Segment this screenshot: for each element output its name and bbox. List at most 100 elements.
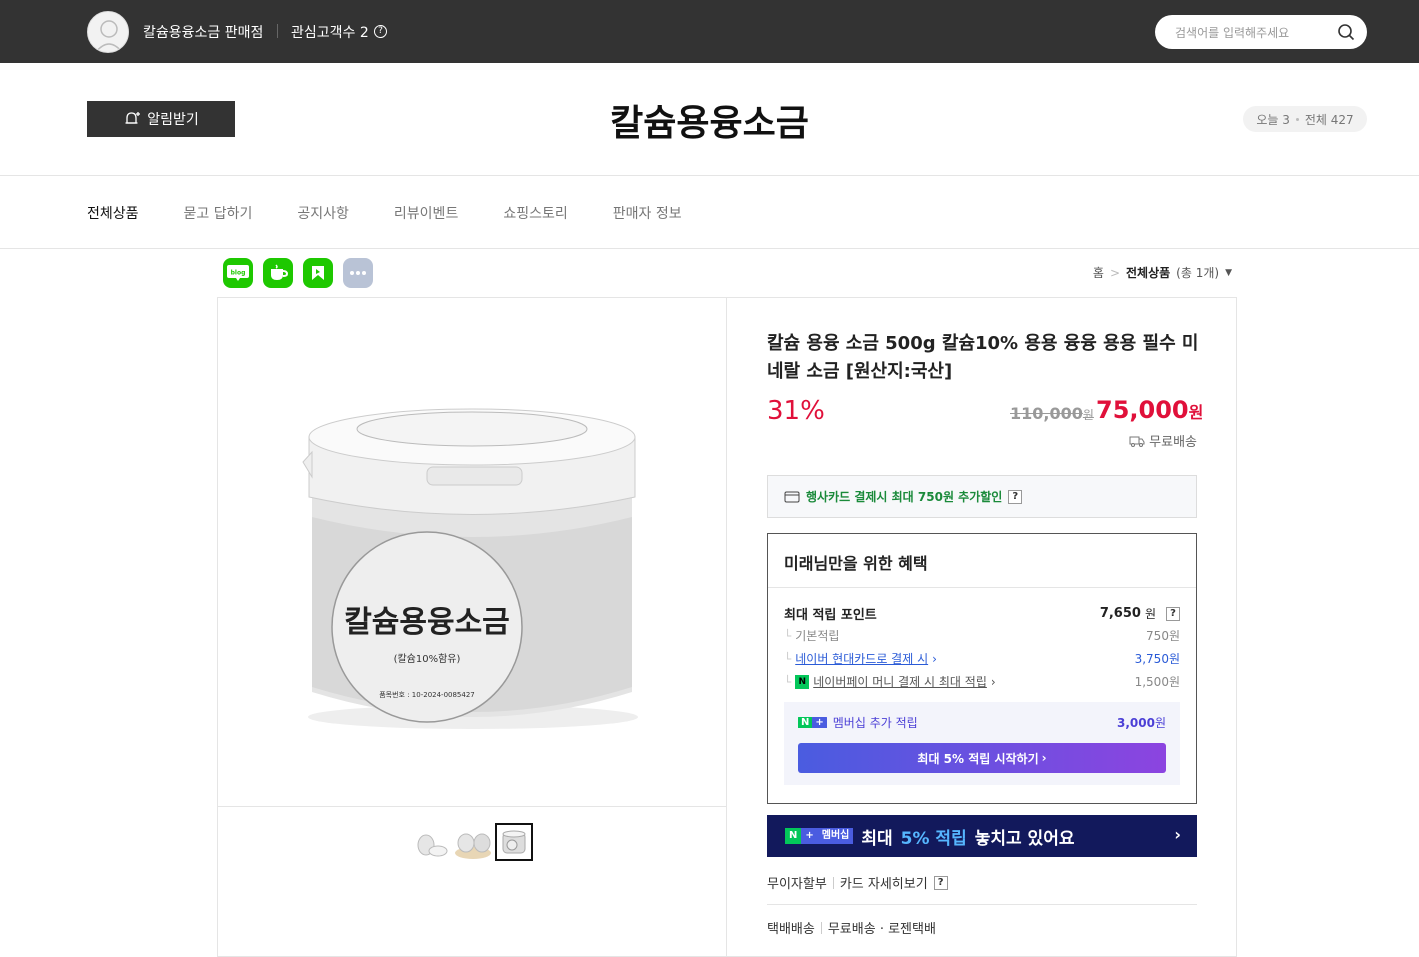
chevron-right-icon: › [1041, 751, 1047, 765]
pay-point-value: 1,500원 [1134, 675, 1180, 689]
nav-review-event[interactable]: 리뷰이벤트 [394, 203, 458, 223]
max-point-label: 최대 적립 포인트 [784, 608, 877, 623]
thumbnail[interactable] [414, 823, 452, 861]
pay-point-row: └ N 네이버페이 머니 결제 시 최대 적립 › 1,500원 [784, 673, 1180, 690]
nav-notice[interactable]: 공지사항 [297, 203, 349, 223]
product-title: 칼슘 용융 소금 500g 칼슘10% 용용 융융 용용 필수 미네랄 소금 [… [767, 333, 1199, 382]
delivery-detail: 무료배송 · 로젠택배 [827, 922, 936, 937]
search-box[interactable]: 검색어를 입력해주세요 [1155, 15, 1367, 49]
original-price-value: 110,000 [1010, 404, 1083, 423]
bookmark-share-icon[interactable] [303, 258, 333, 288]
divider [277, 24, 278, 38]
banner-text-after: 놓치고 있어요 [974, 828, 1075, 849]
membership-banner[interactable]: N + 멤버십 최대 5% 적립 놓치고 있어요 › [767, 815, 1197, 857]
shipping-label: 무료배송 [1149, 435, 1197, 450]
membership-value: 3,000 [1116, 716, 1155, 730]
help-icon[interactable]: ? [1008, 489, 1023, 504]
sale-price-value: 75,000 [1096, 396, 1189, 424]
breadcrumb: 홈 > 전체상품 (총 1개) ▼ [1093, 264, 1232, 281]
divider [767, 904, 1197, 905]
blog-share-icon[interactable]: blog [223, 258, 253, 288]
tree-branch-icon: └ [784, 651, 792, 666]
discount-rate: 31% [767, 396, 825, 426]
thumbnail[interactable] [454, 823, 492, 861]
nav-shopping-story[interactable]: 쇼핑스토리 [503, 203, 567, 223]
membership-row: N + 멤버십 추가 적립 3,000원 [798, 714, 1166, 731]
benefit-box: 미래님만을 위한 혜택 최대 적립 포인트 7,650 원? └ 기본적립 750원… [767, 533, 1197, 804]
help-icon[interactable]: ? [933, 875, 948, 890]
shop-title[interactable]: 칼슘용융소금 [0, 94, 1419, 146]
more-share-icon[interactable] [343, 258, 373, 288]
banner-text-before: 최대 [861, 828, 893, 849]
breadcrumb-current[interactable]: 전체상품 [1126, 264, 1170, 281]
visitor-count: 오늘 3 전체 427 [1243, 106, 1367, 132]
store-avatar[interactable] [87, 11, 129, 53]
card-point-value: 3,750원 [1134, 652, 1180, 666]
npay-money-link[interactable]: 네이버페이 머니 결제 시 최대 적립 [813, 673, 987, 690]
info-icon[interactable]: ? [374, 25, 387, 38]
today-visits: 오늘 3 [1256, 112, 1290, 127]
membership-label: 멤버십 추가 적립 [832, 716, 918, 730]
membership-box: N + 멤버십 추가 적립 3,000원 최대 5% 적립 시작하기 › [784, 702, 1180, 785]
credit-card-icon [784, 491, 800, 502]
basic-point-row: └ 기본적립 750원 [784, 627, 1180, 644]
svg-text:blog: blog [231, 270, 246, 277]
dot-separator [1295, 117, 1299, 121]
basic-point-label: 기본적립 [795, 629, 840, 643]
breadcrumb-home[interactable]: 홈 [1093, 264, 1104, 281]
chevron-right-icon: › [990, 674, 996, 689]
nplus-membership-badge: N + 멤버십 [785, 828, 854, 844]
max-point-value: 7,650 [1099, 606, 1141, 621]
divider [0, 248, 1419, 249]
card-point-row: └ 네이버 현대카드로 결제 시 › 3,750원 [784, 650, 1180, 667]
nav-all-products[interactable]: 전체상품 [87, 203, 139, 223]
caret-down-icon[interactable]: ▼ [1225, 268, 1232, 278]
membership-badge-text: 멤버십 [817, 828, 854, 844]
jar-code: 품목번호 : 10-2024-0085427 [379, 690, 475, 699]
shop-nav: 전체상품 묻고 답하기 공지사항 리뷰이벤트 쇼핑스토리 판매자 정보 [87, 203, 727, 223]
truck-icon [1129, 436, 1145, 447]
chevron-right-icon: › [1174, 825, 1181, 844]
breadcrumb-count: (총 1개) [1176, 266, 1220, 280]
banner-text-highlight: 5% 적립 [900, 828, 967, 849]
delivery-row: 택배배송 무료배송 · 로젠택배 [767, 918, 936, 937]
npay-icon: N [795, 674, 810, 689]
sale-price-unit: 원 [1188, 403, 1204, 422]
membership-unit: 원 [1154, 716, 1166, 730]
help-icon[interactable]: ? [1166, 606, 1180, 621]
delivery-label: 택배배송 [767, 922, 815, 937]
basic-point-value: 750원 [1146, 629, 1180, 643]
membership-start-button[interactable]: 최대 5% 적립 시작하기 › [798, 743, 1166, 773]
store-name[interactable]: 칼슘용융소금 판매점 [143, 22, 263, 42]
thumbnail-selected[interactable] [495, 823, 533, 861]
tree-branch-icon: └ [784, 674, 792, 689]
card-promo[interactable]: 행사카드 결제시 최대 750원 추가할인 ? [767, 475, 1197, 518]
divider [0, 175, 1419, 176]
divider [832, 876, 834, 889]
product-jar-image: 칼슘용융소금 (칼슘10%함유) 품목번호 : 10-2024-0085427 [302, 408, 638, 729]
divider [218, 806, 726, 807]
membership-start-label: 최대 5% 적립 시작하기 [917, 751, 1039, 766]
jar-label: 칼슘용융소금 [344, 605, 510, 640]
chevron-right-icon: > [1109, 265, 1120, 280]
max-point-row: 최대 적립 포인트 7,650 원? [784, 604, 1180, 623]
divider [820, 921, 822, 934]
top-bar: 칼슘용융소금 판매점 관심고객수 2 ? 검색어를 입력해주세요 [0, 0, 1419, 63]
divider [768, 587, 1196, 588]
jar-sub: (칼슘10%함유) [394, 652, 461, 665]
benefit-title: 미래님만을 위한 혜택 [784, 554, 928, 573]
nav-seller-info[interactable]: 판매자 정보 [613, 203, 682, 223]
sale-price: 75,000원 [1096, 396, 1203, 424]
shipping-info: 무료배송 [1129, 431, 1197, 450]
original-price-unit: 원 [1082, 408, 1094, 422]
installment-row: 무이자할부 카드 자세히보기 ? [767, 873, 948, 892]
cafe-share-icon[interactable] [263, 258, 293, 288]
search-icon[interactable] [1337, 23, 1355, 41]
nav-qna[interactable]: 묻고 답하기 [184, 203, 253, 223]
installment-label: 무이자할부 [767, 877, 827, 892]
card-detail-link[interactable]: 카드 자세히보기 [840, 873, 928, 892]
search-input[interactable]: 검색어를 입력해주세요 [1175, 24, 1289, 41]
hyundai-card-link[interactable]: 네이버 현대카드로 결제 시 [795, 650, 928, 667]
total-visits: 전체 427 [1304, 112, 1354, 127]
nplus-icon: N + [798, 716, 827, 730]
